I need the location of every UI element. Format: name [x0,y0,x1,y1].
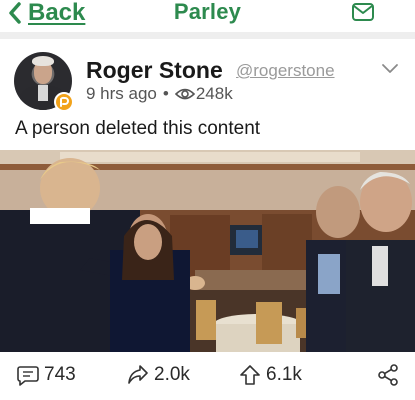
top-nav: Back Parley [0,0,415,32]
upvote-icon [240,365,260,385]
echo-count: 2.0k [154,364,190,385]
comment-button[interactable]: 743 [16,360,76,390]
upvote-button[interactable]: 6.1k [238,360,302,390]
action-bar: 743 2.0k 6.1k [0,352,415,400]
echo-button[interactable]: 2.0k [126,360,190,390]
comment-count: 743 [44,364,76,385]
parler-badge-icon [54,92,74,112]
post-time: 9 hrs ago [86,84,157,103]
post-text: A person deleted this content [15,118,261,139]
meta-separator: • [162,84,169,103]
post-meta: 9 hrs ago • 248k [86,84,233,104]
eye-icon [174,88,195,100]
nav-divider [0,32,415,39]
author-name[interactable]: Roger Stone [86,57,223,84]
share-button[interactable] [376,360,400,390]
comment-icon [17,366,39,386]
avatar[interactable] [14,52,74,112]
post-image[interactable] [0,150,415,352]
author-handle[interactable]: @rogerstone [236,61,335,81]
share-icon [378,364,398,386]
echo-icon [128,365,148,384]
view-count: 248k [195,84,233,103]
upvote-count: 6.1k [266,364,302,385]
chevron-down-icon[interactable] [380,62,400,76]
mail-icon[interactable] [351,1,375,23]
